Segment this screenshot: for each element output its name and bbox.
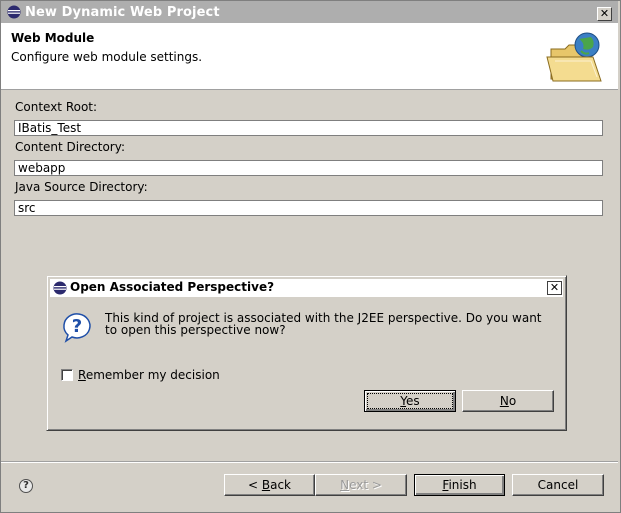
help-icon[interactable]: ? — [19, 479, 33, 493]
window-title: New Dynamic Web Project — [25, 5, 220, 20]
wizard-header: Web Module Configure web module settings… — [1, 23, 618, 90]
page-description: Configure web module settings. — [11, 50, 203, 64]
window-titlebar[interactable]: New Dynamic Web Project ✕ — [1, 1, 618, 23]
back-button-label: ack — [270, 478, 291, 492]
window-close-button[interactable]: ✕ — [597, 7, 612, 21]
eclipse-icon — [7, 5, 21, 19]
no-button[interactable]: No — [462, 390, 554, 412]
next-button-label: ext > — [349, 478, 382, 492]
cancel-button-label: Cancel — [537, 478, 579, 492]
next-button[interactable]: Next > — [315, 474, 407, 496]
dialog-title: Open Associated Perspective? — [70, 280, 275, 294]
remember-decision-mnemonic: R — [78, 368, 86, 382]
java-source-directory-input[interactable]: src — [14, 200, 603, 216]
dialog-titlebar[interactable]: Open Associated Perspective? ✕ — [50, 279, 563, 297]
finish-button-label: inish — [448, 478, 477, 492]
dialog-message: This kind of project is associated with … — [105, 311, 542, 337]
java-source-directory-label: Java Source Directory: — [15, 180, 148, 194]
page-title: Web Module — [11, 31, 95, 45]
open-perspective-dialog: Open Associated Perspective? ✕ ? This ki… — [46, 275, 567, 431]
context-root-label: Context Root: — [15, 100, 98, 114]
eclipse-icon — [53, 281, 67, 295]
no-button-mnemonic: N — [499, 394, 509, 408]
remember-decision-text: emember my decision — [85, 368, 220, 382]
back-button-mnemonic: B — [261, 478, 271, 492]
content-directory-label: Content Directory: — [15, 140, 126, 154]
back-button-prefix: < — [247, 478, 262, 492]
finish-button[interactable]: Finish — [414, 474, 505, 496]
no-button-label: o — [508, 394, 517, 408]
close-icon: ✕ — [549, 281, 560, 294]
dialog-close-button[interactable]: ✕ — [547, 281, 562, 295]
close-icon: ✕ — [599, 7, 610, 20]
question-icon: ? — [63, 313, 91, 343]
yes-button[interactable]: Yes — [364, 390, 456, 412]
svg-text:?: ? — [72, 316, 82, 337]
remember-decision-label[interactable]: Remember my decision — [78, 368, 220, 382]
back-button[interactable]: < Back — [224, 474, 315, 496]
cancel-button[interactable]: Cancel — [512, 474, 604, 496]
next-button-mnemonic: N — [340, 478, 350, 492]
content-directory-input[interactable]: webapp — [14, 160, 603, 176]
yes-button-label: es — [406, 394, 420, 408]
remember-decision-checkbox[interactable] — [61, 369, 73, 381]
web-folder-globe-icon — [546, 32, 602, 82]
footer-separator — [1, 461, 618, 463]
context-root-input[interactable]: IBatis_Test — [14, 120, 603, 136]
